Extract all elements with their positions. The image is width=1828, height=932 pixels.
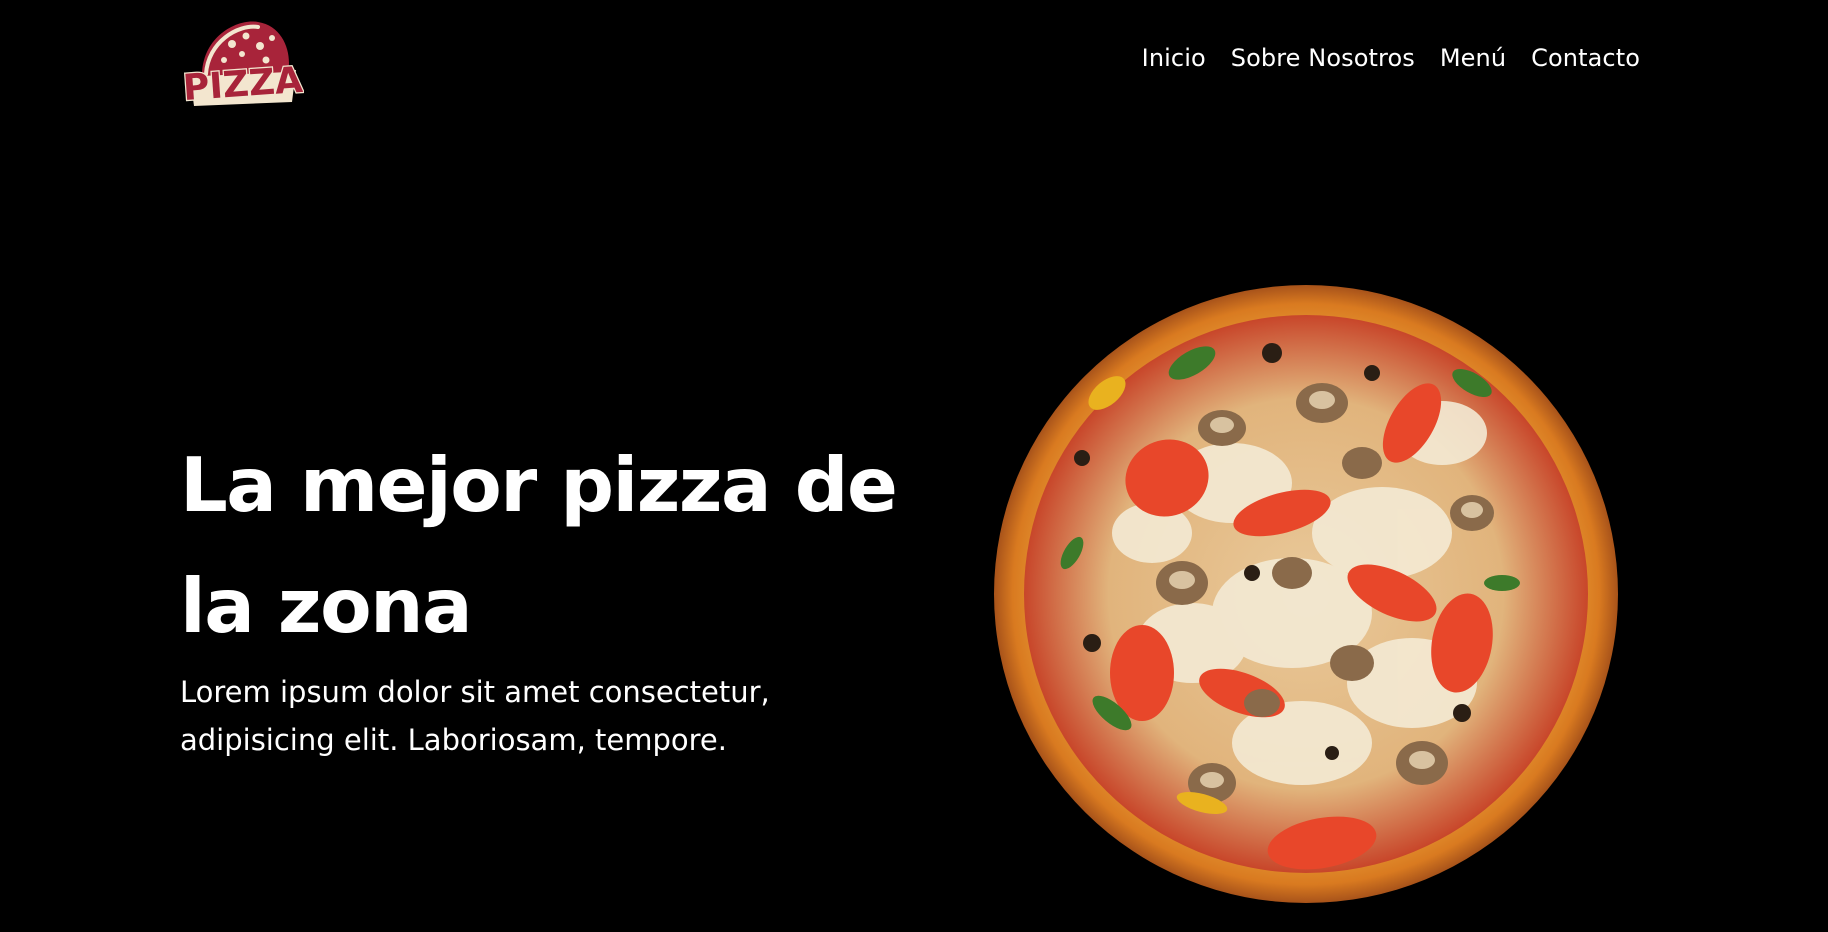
nav-menu[interactable]: Menú	[1440, 44, 1506, 72]
hero-description: Lorem ipsum dolor sit amet consectetur, …	[180, 675, 770, 757]
nav-inicio[interactable]: Inicio	[1142, 44, 1206, 72]
pizza-logo-icon: PIZZA	[180, 21, 304, 106]
hero-title: La mejor pizza de la zona	[180, 441, 898, 650]
logo-wordmark: PIZZA	[182, 60, 304, 106]
main-nav: Inicio Sobre Nosotros Menú Contacto	[1142, 40, 1640, 76]
nav-sobre-nosotros[interactable]: Sobre Nosotros	[1231, 44, 1415, 72]
nav-contacto[interactable]: Contacto	[1531, 44, 1640, 72]
pizza-image	[992, 283, 1620, 905]
pizza-logo[interactable]: PIZZA	[180, 16, 304, 106]
landing-page: PIZZA Inicio Sobre Nosotros Menú Contact…	[0, 0, 1828, 932]
